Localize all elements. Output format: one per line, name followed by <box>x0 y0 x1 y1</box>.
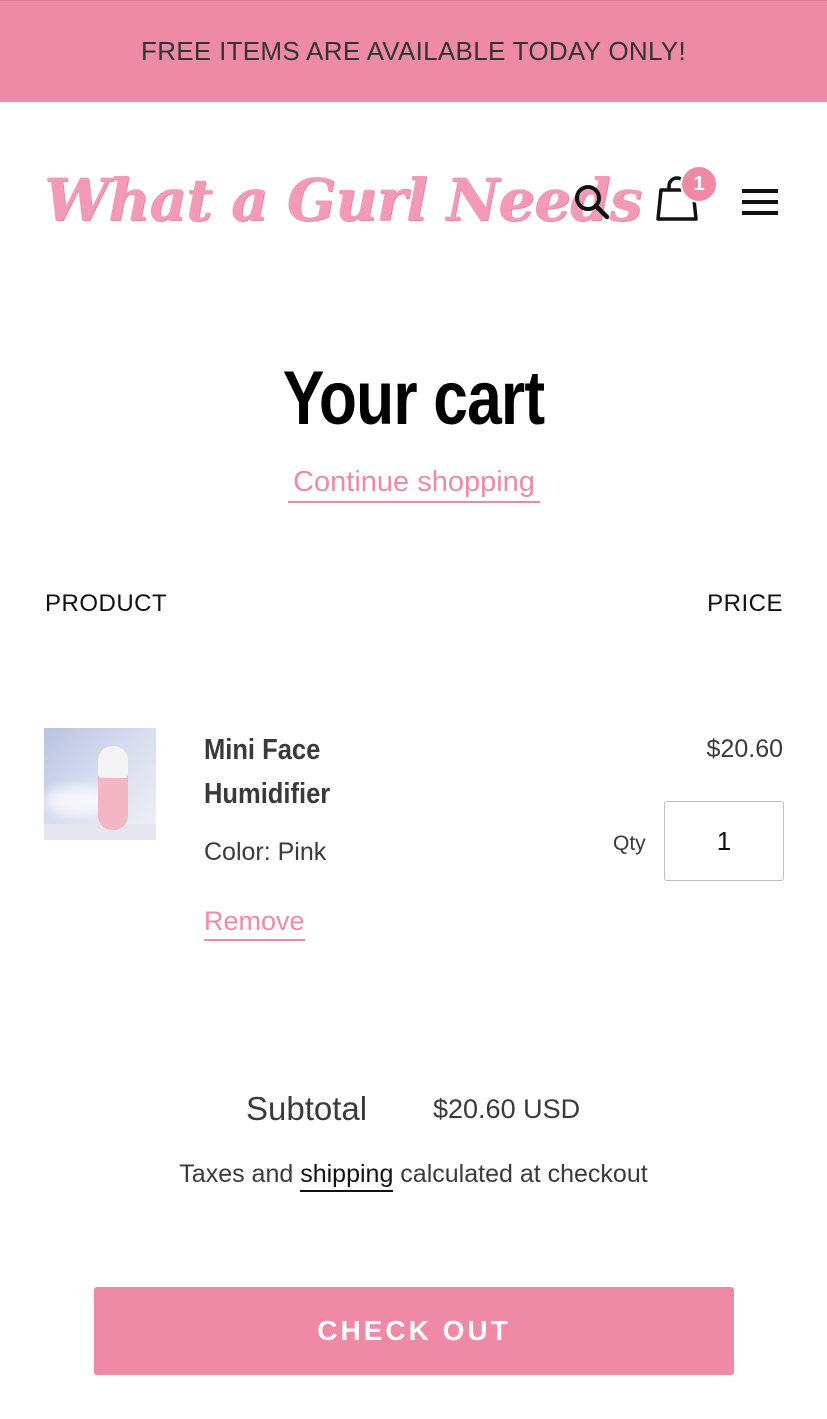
menu-button[interactable] <box>736 180 784 224</box>
product-column-header: PRODUCT <box>45 590 168 617</box>
product-thumbnail[interactable] <box>44 728 156 840</box>
quantity-input[interactable] <box>664 801 784 881</box>
subtotal-label: Subtotal <box>246 1090 368 1127</box>
thumbnail-surface <box>44 824 156 840</box>
tax-note-suffix: calculated at checkout <box>393 1160 648 1188</box>
continue-shopping-link[interactable]: Continue shopping <box>288 466 540 503</box>
tax-note-prefix: Taxes and <box>179 1160 301 1188</box>
quantity-label: Qty <box>613 832 646 855</box>
shipping-policy-link[interactable]: shipping <box>300 1160 394 1192</box>
hamburger-menu-icon <box>742 189 778 215</box>
announcement-bar: FREE ITEMS ARE AVAILABLE TODAY ONLY! <box>0 0 827 102</box>
product-variant: Color: Pink <box>204 838 327 866</box>
subtotal-value: $20.60 USD <box>433 1094 581 1124</box>
thumbnail-bottle-cap <box>98 746 128 778</box>
price-column-header: PRICE <box>707 590 783 617</box>
search-button[interactable] <box>566 176 618 228</box>
page-title: Your cart <box>282 356 545 441</box>
remove-item-link[interactable]: Remove <box>204 906 305 941</box>
product-name-link[interactable]: Mini Face Humidifier <box>204 728 380 816</box>
cart-count-badge: 1 <box>680 165 718 203</box>
announcement-text: FREE ITEMS ARE AVAILABLE TODAY ONLY! <box>141 36 686 66</box>
item-price: $20.60 <box>706 735 783 763</box>
checkout-button[interactable]: CHECK OUT <box>94 1287 734 1375</box>
search-icon <box>575 185 610 220</box>
store-logo[interactable]: What a Gurl Needs <box>44 150 642 250</box>
tax-shipping-note: Taxes and shipping calculated at checkou… <box>0 1160 827 1192</box>
